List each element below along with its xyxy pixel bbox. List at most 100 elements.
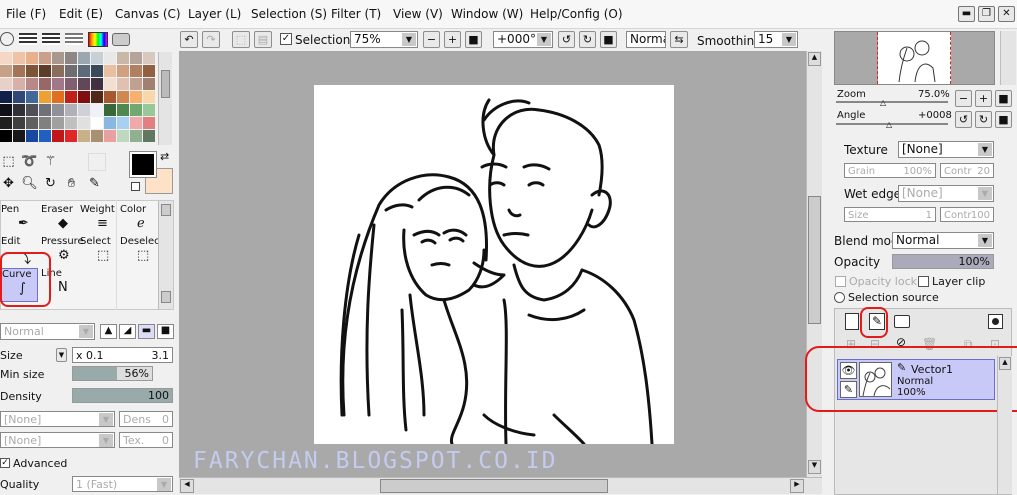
nav-rotate-left-icon[interactable]: ↺ — [955, 111, 972, 128]
contr-field[interactable]: Contr 20 — [940, 163, 994, 178]
color-swatch[interactable] — [39, 78, 51, 90]
lasso-icon[interactable]: ➰ — [21, 153, 38, 170]
zoom-reset-icon[interactable]: ■ — [465, 31, 482, 48]
layer-clip-checkbox[interactable] — [918, 276, 929, 287]
color-swatch[interactable] — [130, 65, 142, 77]
tex-field[interactable]: Tex. 0 — [119, 432, 173, 448]
deselect-icon[interactable]: ⬚ — [232, 31, 250, 48]
brush-tab-weight[interactable]: Weight ≡ — [79, 204, 117, 234]
restore-icon[interactable]: ❐ — [978, 6, 995, 22]
nav-rotate-reset-icon[interactable]: ■ — [995, 111, 1012, 128]
color-swatch[interactable] — [13, 91, 25, 103]
minimize-icon[interactable]: ▬ — [958, 6, 975, 22]
color-swatch[interactable] — [78, 130, 90, 142]
close-icon[interactable]: ✕ — [998, 6, 1015, 22]
color-swatch[interactable] — [26, 65, 38, 77]
zoom-select[interactable]: 75% ▼ — [350, 31, 418, 48]
color-swatch[interactable] — [13, 78, 25, 90]
color-swatch[interactable] — [91, 52, 103, 64]
color-swatch[interactable] — [117, 130, 129, 142]
redo-icon[interactable]: ↷ — [202, 31, 220, 48]
swatch-scrollbar[interactable] — [158, 52, 172, 145]
rotate-reset-icon[interactable]: ■ — [600, 31, 617, 48]
color-swatch[interactable] — [26, 52, 38, 64]
swap-colors-icon[interactable]: ⇄ — [160, 150, 169, 163]
menu-item[interactable]: Canvas (C) — [115, 7, 181, 21]
color-swatch[interactable] — [78, 52, 90, 64]
color-swatch[interactable] — [39, 91, 51, 103]
density-bar[interactable]: 100 — [72, 388, 173, 403]
hsv-slider-icon[interactable] — [42, 33, 60, 45]
size-field[interactable]: x 0.1 3.1 — [72, 347, 173, 363]
brush-tab-pen[interactable]: Pen ✒ — [0, 204, 38, 234]
color-swatch[interactable] — [26, 117, 38, 129]
color-swatch[interactable] — [52, 52, 64, 64]
menu-item[interactable]: Selection (S) — [251, 7, 327, 21]
navigator-preview[interactable] — [834, 31, 995, 85]
color-swatch[interactable] — [143, 52, 155, 64]
layer-edit-pen-icon[interactable]: ✎ — [840, 381, 857, 398]
color-swatch[interactable] — [143, 91, 155, 103]
color-swatch[interactable] — [13, 117, 25, 129]
rotate-right-icon[interactable]: ↻ — [579, 31, 596, 48]
nav-zoom-out-icon[interactable]: − — [955, 90, 972, 107]
rotation-select[interactable]: +000° ▼ — [493, 31, 553, 48]
color-swatch[interactable] — [130, 91, 142, 103]
wet-size-field[interactable]: Size 1 — [844, 207, 936, 222]
texture-select-2[interactable]: [None] ▼ — [0, 432, 115, 448]
color-swatch[interactable] — [0, 78, 12, 90]
quality-select[interactable]: 1 (Fast) ▼ — [72, 476, 173, 492]
color-swatch[interactable] — [39, 65, 51, 77]
menu-item[interactable]: Help/Config (O) — [530, 7, 623, 21]
canvas-vscrollbar[interactable]: ▲ ▼ — [806, 51, 822, 477]
color-swatch[interactable] — [0, 130, 12, 142]
color-swatch[interactable] — [130, 130, 142, 142]
color-swatch[interactable] — [143, 104, 155, 116]
brush-shape-1[interactable]: ▲ — [100, 324, 117, 339]
transparent-color-icon[interactable] — [131, 182, 140, 191]
color-swatch[interactable] — [39, 104, 51, 116]
color-swatch[interactable] — [39, 130, 51, 142]
color-swatch[interactable] — [78, 117, 90, 129]
nav-zoom-in-icon[interactable]: + — [975, 90, 992, 107]
color-swatch[interactable] — [65, 130, 77, 142]
color-swatch[interactable] — [104, 52, 116, 64]
blend-mode-select[interactable]: Normal ▼ — [892, 232, 994, 249]
color-swatch[interactable] — [13, 65, 25, 77]
menu-item[interactable]: Filter (T) — [331, 7, 381, 21]
brush-shape-4[interactable]: ■ — [157, 324, 174, 339]
rgb-slider-icon[interactable] — [19, 33, 37, 45]
layer-row-vector1[interactable]: 👁︎ ✎ ✎ Vector1 Normal 100% — [837, 359, 995, 400]
color-swatch[interactable] — [26, 130, 38, 142]
menu-item[interactable]: View (V) — [393, 7, 443, 21]
color-swatches[interactable] — [0, 52, 158, 145]
menu-item[interactable]: Window (W) — [451, 7, 523, 21]
zoom-icon[interactable]: 🔍︎ — [21, 175, 38, 192]
color-swatch[interactable] — [26, 91, 38, 103]
color-swatch[interactable] — [143, 78, 155, 90]
color-swatch[interactable] — [52, 104, 64, 116]
color-swatch[interactable] — [0, 52, 12, 64]
flip-icon[interactable]: ⇆ — [670, 31, 688, 48]
color-swatch[interactable] — [130, 117, 142, 129]
texture-select-1[interactable]: [None] ▼ — [0, 411, 115, 427]
color-swatch[interactable] — [78, 65, 90, 77]
new-raster-layer-icon[interactable] — [845, 313, 859, 330]
undo-icon[interactable]: ↶ — [180, 31, 198, 48]
rotate-left-icon[interactable]: ↺ — [558, 31, 575, 48]
color-swatch[interactable] — [78, 104, 90, 116]
color-swatch[interactable] — [117, 104, 129, 116]
color-swatch[interactable] — [52, 65, 64, 77]
color-swatch[interactable] — [143, 65, 155, 77]
brush-shape-3[interactable]: ▬ — [138, 324, 155, 339]
color-swatch[interactable] — [65, 65, 77, 77]
color-swatch[interactable] — [52, 78, 64, 90]
color-swatch[interactable] — [130, 52, 142, 64]
color-swatch[interactable] — [104, 117, 116, 129]
min-size-bar[interactable]: 56% — [72, 366, 153, 381]
size-dropdown[interactable]: ▼ — [56, 348, 67, 362]
nav-zoom-thumb[interactable]: △ — [880, 98, 886, 107]
dens-field[interactable]: Dens 0 — [119, 411, 173, 427]
magic-wand-icon[interactable]: ⚚ — [42, 153, 59, 170]
color-swatch[interactable] — [0, 91, 12, 103]
